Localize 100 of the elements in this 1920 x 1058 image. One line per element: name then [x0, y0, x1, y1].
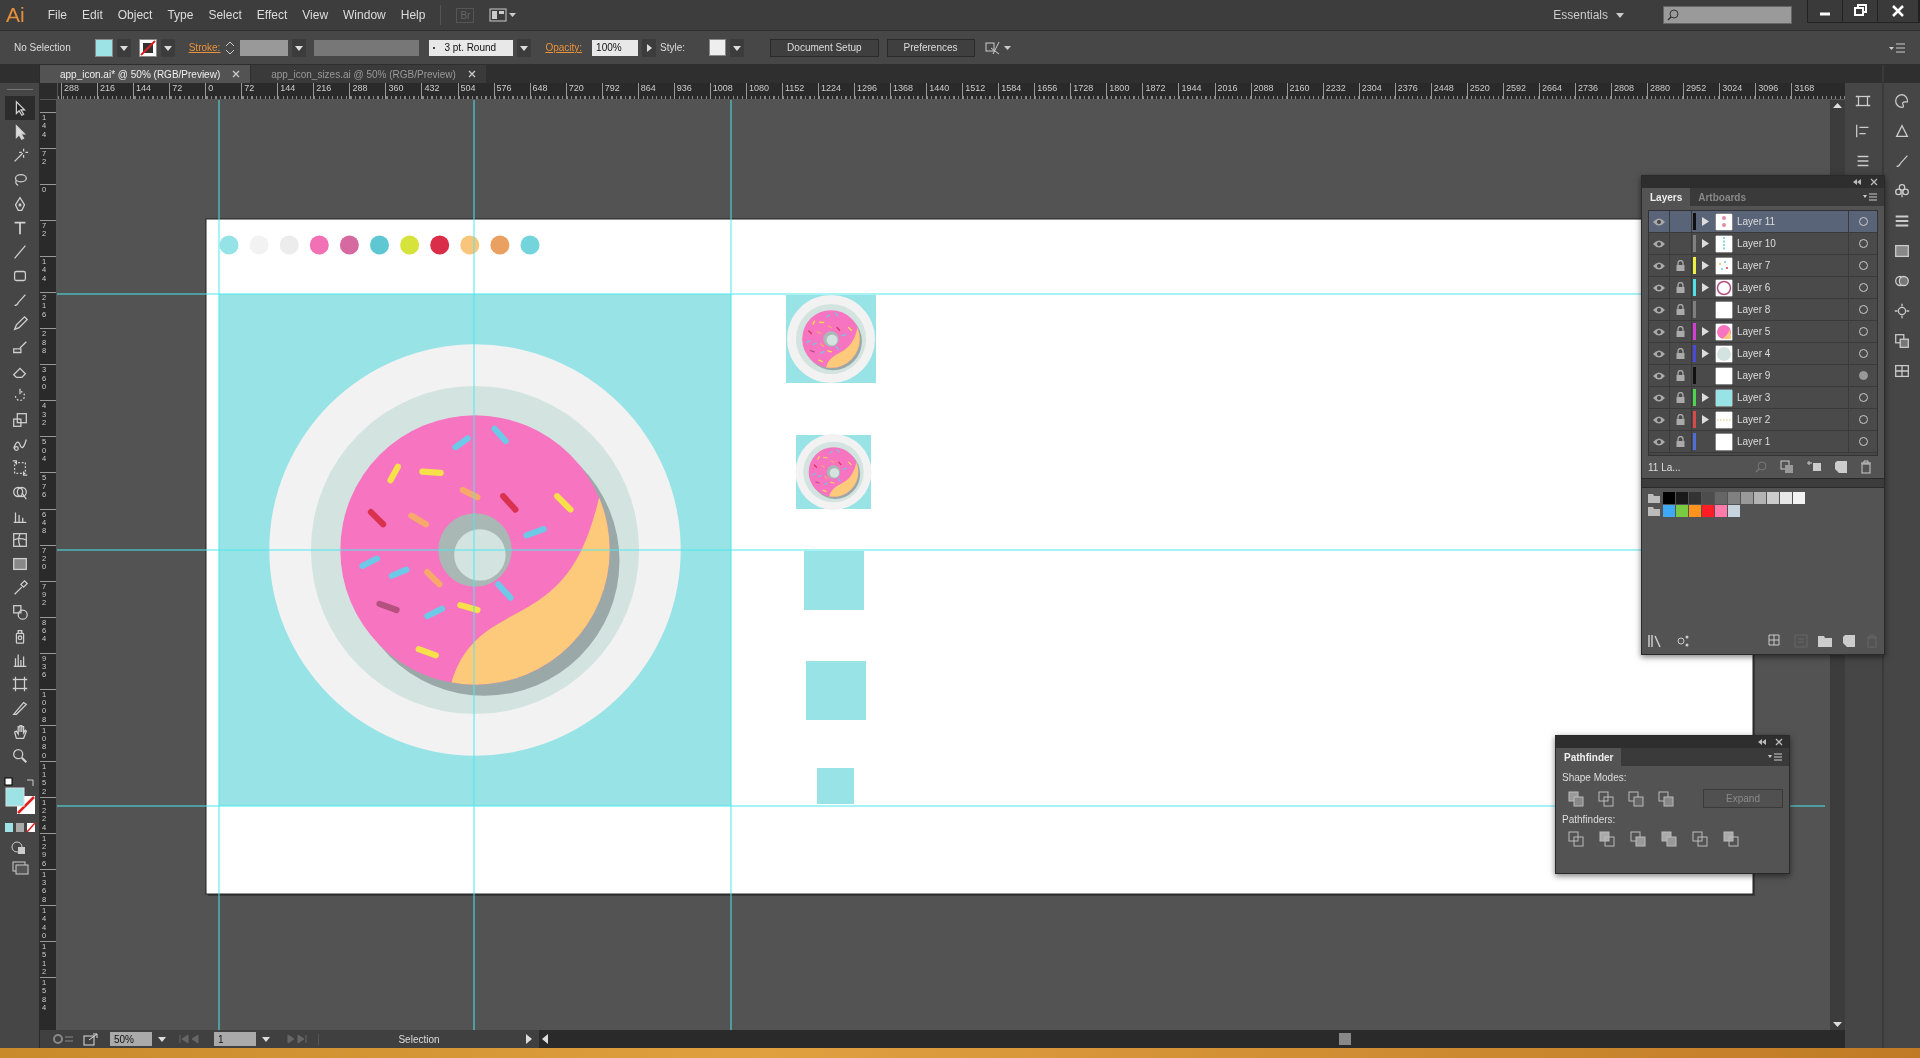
menu-item[interactable]: File	[47, 8, 68, 22]
opacity-link[interactable]: Opacity:	[545, 42, 583, 53]
overlapping-squares-icon[interactable]	[1598, 790, 1614, 807]
scroll-thumb[interactable]	[1339, 1033, 1351, 1045]
expand-triangle-icon[interactable]	[1701, 217, 1709, 226]
layer-row[interactable]: Layer 2	[1649, 409, 1877, 431]
color-swatch[interactable]	[1689, 505, 1701, 517]
layer-row[interactable]: Layer 5	[1649, 321, 1877, 343]
fill-swatch[interactable]	[94, 38, 113, 57]
toolbar-button[interactable]: Preferences	[886, 38, 975, 57]
panel-tab[interactable]: Pathfinder	[1556, 748, 1622, 766]
eye-icon[interactable]	[1652, 370, 1666, 381]
color-swatch[interactable]	[1793, 492, 1805, 504]
lock-icon[interactable]	[1676, 326, 1685, 337]
stroke-weight-field[interactable]	[240, 39, 289, 56]
layer-row[interactable]: Layer 1	[1649, 431, 1877, 453]
arrow-right-icon[interactable]	[642, 38, 657, 57]
menu-item[interactable]: Window	[343, 8, 386, 22]
layout-grid-icon[interactable]	[489, 8, 518, 22]
color-swatch[interactable]	[1780, 492, 1792, 504]
expand-triangle-icon[interactable]	[1701, 283, 1709, 292]
caret-icon[interactable]	[730, 38, 745, 57]
folder-icon[interactable]	[1648, 493, 1660, 503]
layer-row[interactable]: Layer 6	[1649, 277, 1877, 299]
layer-row[interactable]: Layer 3	[1649, 387, 1877, 409]
eye-icon[interactable]	[1652, 436, 1666, 447]
eye-icon[interactable]	[1652, 238, 1666, 249]
color-swatch[interactable]	[1676, 492, 1688, 504]
eye-icon[interactable]	[1652, 414, 1666, 425]
expand-triangle-icon[interactable]	[1701, 261, 1709, 270]
overlapping-squares-icon[interactable]	[1568, 831, 1584, 847]
fill-stroke-icon[interactable]	[2, 776, 37, 816]
panel-menu-icon[interactable]	[1862, 192, 1878, 202]
lock-icon[interactable]	[1676, 436, 1685, 447]
folder-icon[interactable]	[1648, 506, 1660, 516]
workspace-dropdown[interactable]: Essentials	[1547, 7, 1630, 23]
menu-item[interactable]: Effect	[256, 8, 288, 22]
eye-icon[interactable]	[1652, 282, 1666, 293]
eye-icon[interactable]	[1652, 326, 1666, 337]
color-swatch[interactable]	[1702, 492, 1714, 504]
color-swatch[interactable]	[1715, 492, 1727, 504]
overlapping-squares-icon[interactable]	[1723, 831, 1739, 847]
lock-icon[interactable]	[1676, 370, 1685, 381]
style-swatch[interactable]	[709, 39, 727, 56]
expand-triangle-icon[interactable]	[1701, 327, 1709, 336]
color-swatch[interactable]	[1741, 492, 1753, 504]
color-swatch[interactable]	[1767, 492, 1779, 504]
collapse-icon[interactable]	[1757, 738, 1767, 746]
new-layer-icon[interactable]	[1834, 460, 1848, 474]
overlapping-squares-icon[interactable]	[1568, 790, 1584, 807]
overlapping-squares-icon[interactable]	[1630, 831, 1646, 847]
overlapping-squares-icon[interactable]	[1692, 831, 1708, 847]
menu-item[interactable]: View	[302, 8, 329, 22]
expand-triangle-icon[interactable]	[1701, 349, 1709, 358]
layer-row[interactable]: Layer 11	[1649, 211, 1877, 233]
opacity-field[interactable]: 100%	[592, 39, 639, 56]
eye-icon[interactable]	[1652, 260, 1666, 271]
stroke-link[interactable]: Stroke:	[188, 42, 221, 53]
panel-resize-grip[interactable]	[1642, 478, 1884, 488]
panel-tab[interactable]: Layers	[1642, 188, 1691, 206]
layer-row[interactable]: Layer 8	[1649, 299, 1877, 321]
layer-row[interactable]: Layer 4	[1649, 343, 1877, 365]
menu-item[interactable]: Help	[400, 8, 426, 22]
overlapping-squares-icon[interactable]	[1658, 790, 1674, 807]
artboard-number-field[interactable]: 1	[214, 1032, 256, 1046]
caret-icon[interactable]	[1616, 12, 1624, 18]
variable-width-field[interactable]	[314, 39, 420, 56]
expand-triangle-icon[interactable]	[1701, 415, 1709, 424]
collapse-icon[interactable]	[1852, 178, 1862, 186]
folder-icon[interactable]	[1818, 635, 1832, 647]
eye-icon[interactable]	[1652, 392, 1666, 403]
lock-icon[interactable]	[1676, 348, 1685, 359]
caret-icon[interactable]	[160, 38, 175, 57]
horizontal-scrollbar[interactable]	[539, 1030, 1845, 1048]
color-swatch[interactable]	[1676, 505, 1688, 517]
expand-triangle-icon[interactable]	[1701, 239, 1709, 248]
eye-icon[interactable]	[1652, 216, 1666, 227]
expand-triangle-icon[interactable]	[1701, 393, 1709, 402]
lock-icon[interactable]	[1676, 304, 1685, 315]
overlapping-squares-icon[interactable]	[1599, 831, 1615, 847]
layer-row[interactable]: Layer 9	[1649, 365, 1877, 387]
clipping-mask-icon[interactable]	[1780, 460, 1794, 474]
close-icon[interactable]	[1775, 738, 1783, 746]
lock-icon[interactable]	[1676, 260, 1685, 271]
color-swatch[interactable]	[1754, 492, 1766, 504]
eye-icon[interactable]	[1652, 304, 1666, 315]
color-swatch[interactable]	[1728, 492, 1740, 504]
color-swatch[interactable]	[1702, 505, 1714, 517]
gear-icon[interactable]	[50, 1032, 76, 1046]
color-swatch[interactable]	[1663, 492, 1675, 504]
lock-icon[interactable]	[1676, 414, 1685, 425]
nodes-icon[interactable]	[1676, 634, 1690, 648]
menu-item[interactable]: Select	[208, 8, 242, 22]
panel-menu-icon[interactable]	[1767, 752, 1783, 762]
target-circle-icon[interactable]	[1858, 371, 1868, 380]
trash-icon[interactable]	[1860, 460, 1872, 474]
caret-icon[interactable]	[292, 38, 307, 57]
new-sublayer-icon[interactable]	[1806, 460, 1822, 474]
close-icon[interactable]	[1870, 178, 1878, 186]
toolbar-button[interactable]: Document Setup	[770, 38, 879, 57]
